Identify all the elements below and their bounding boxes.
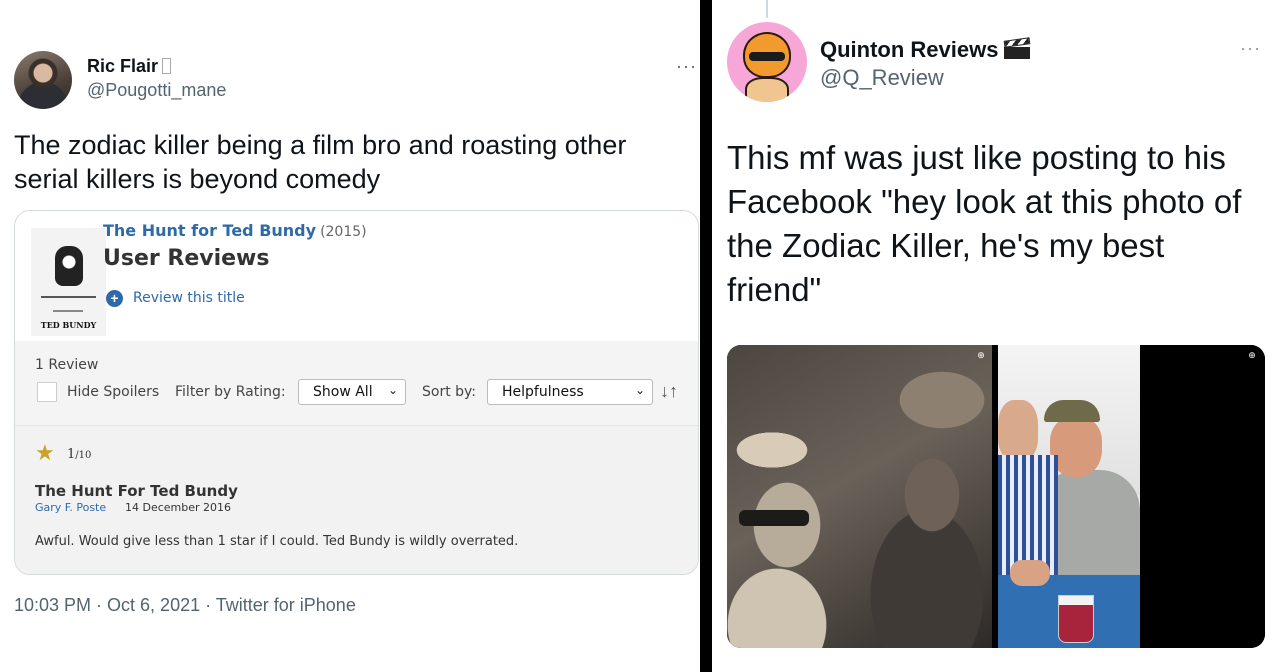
rating-filter-value: Show All xyxy=(313,384,373,400)
review-item xyxy=(15,425,698,574)
section-title: User Reviews xyxy=(103,246,270,271)
left-tweet: Ric Flair @Pougotti_mane ··· The zodiac … xyxy=(0,0,700,672)
review-date: 14 December 2016 xyxy=(125,501,232,514)
movie-title-link[interactable]: The Hunt for Ted Bundy (2015) xyxy=(103,221,367,240)
avatar[interactable] xyxy=(14,51,72,109)
poster-portrait-icon xyxy=(55,246,83,286)
zoom-icon[interactable]: ⊕ xyxy=(976,350,986,360)
review-count: 1 Review xyxy=(35,357,99,373)
movie-poster: TED BUNDY xyxy=(31,228,106,336)
chevron-down-icon: ⌄ xyxy=(634,383,645,397)
author-name[interactable]: Ric Flair xyxy=(87,56,172,77)
right-tweet: Quinton Reviews @Q_Review ··· This mf wa… xyxy=(712,0,1280,672)
review-rating: 1/10 xyxy=(67,447,91,462)
zoom-icon[interactable]: ⊕ xyxy=(1247,350,1257,360)
star-icon: ★ xyxy=(35,440,55,465)
rating-scale: /10 xyxy=(75,450,92,461)
filter-by-rating-label: Filter by Rating: xyxy=(175,384,286,400)
hide-spoilers-label: Hide Spoilers xyxy=(67,384,160,400)
more-options-icon[interactable]: ··· xyxy=(676,56,697,77)
sort-select[interactable]: Helpfulness ⌄ xyxy=(487,379,653,405)
sort-direction-icon[interactable]: ↓↑ xyxy=(660,381,678,402)
review-author-link[interactable]: Gary F. Poste xyxy=(35,501,106,514)
movie-year: (2015) xyxy=(320,224,367,240)
plus-icon[interactable]: + xyxy=(106,290,123,307)
imdb-screenshot-card[interactable]: TED BUNDY The Hunt for Ted Bundy (2015) U… xyxy=(14,210,699,575)
thread-line xyxy=(766,0,768,18)
author-name-text: Ric Flair xyxy=(87,56,159,76)
more-options-icon[interactable]: ··· xyxy=(1240,38,1261,59)
rating-filter-select[interactable]: Show All ⌄ xyxy=(298,379,406,405)
photo-two-men-table[interactable] xyxy=(998,345,1140,648)
tweet-text: This mf was just like posting to his Fac… xyxy=(727,139,1242,308)
photo-sepia-portrait[interactable]: ⊕ xyxy=(727,345,992,648)
chevron-down-icon: ⌄ xyxy=(387,383,398,397)
review-this-title-link[interactable]: Review this title xyxy=(133,290,245,306)
author-handle[interactable]: @Q_Review xyxy=(820,65,944,91)
poster-title: TED BUNDY xyxy=(40,320,97,330)
author-name-text: Quinton Reviews xyxy=(820,37,999,62)
tweet-text: The zodiac killer being a film bro and r… xyxy=(14,130,627,194)
sort-by-label: Sort by: xyxy=(422,384,477,400)
author-handle[interactable]: @Pougotti_mane xyxy=(87,80,226,101)
clapperboard-icon xyxy=(1004,37,1031,59)
divider xyxy=(700,0,712,672)
sort-value: Helpfulness xyxy=(502,384,584,400)
photo-black-panel[interactable]: ⊕ xyxy=(1140,345,1265,648)
tweet-media[interactable]: ⊕ ⊕ xyxy=(727,345,1265,648)
review-body: Awful. Would give less than 1 star if I … xyxy=(35,534,519,549)
tweet-timestamp[interactable]: 10:03 PM · Oct 6, 2021 · Twitter for iPh… xyxy=(14,595,356,616)
movie-title: The Hunt for Ted Bundy xyxy=(103,221,317,240)
hide-spoilers-checkbox[interactable] xyxy=(37,382,57,402)
avatar[interactable] xyxy=(727,22,807,102)
name-badge xyxy=(162,58,172,74)
review-title[interactable]: The Hunt For Ted Bundy xyxy=(35,482,238,500)
author-name[interactable]: Quinton Reviews xyxy=(820,37,1031,63)
